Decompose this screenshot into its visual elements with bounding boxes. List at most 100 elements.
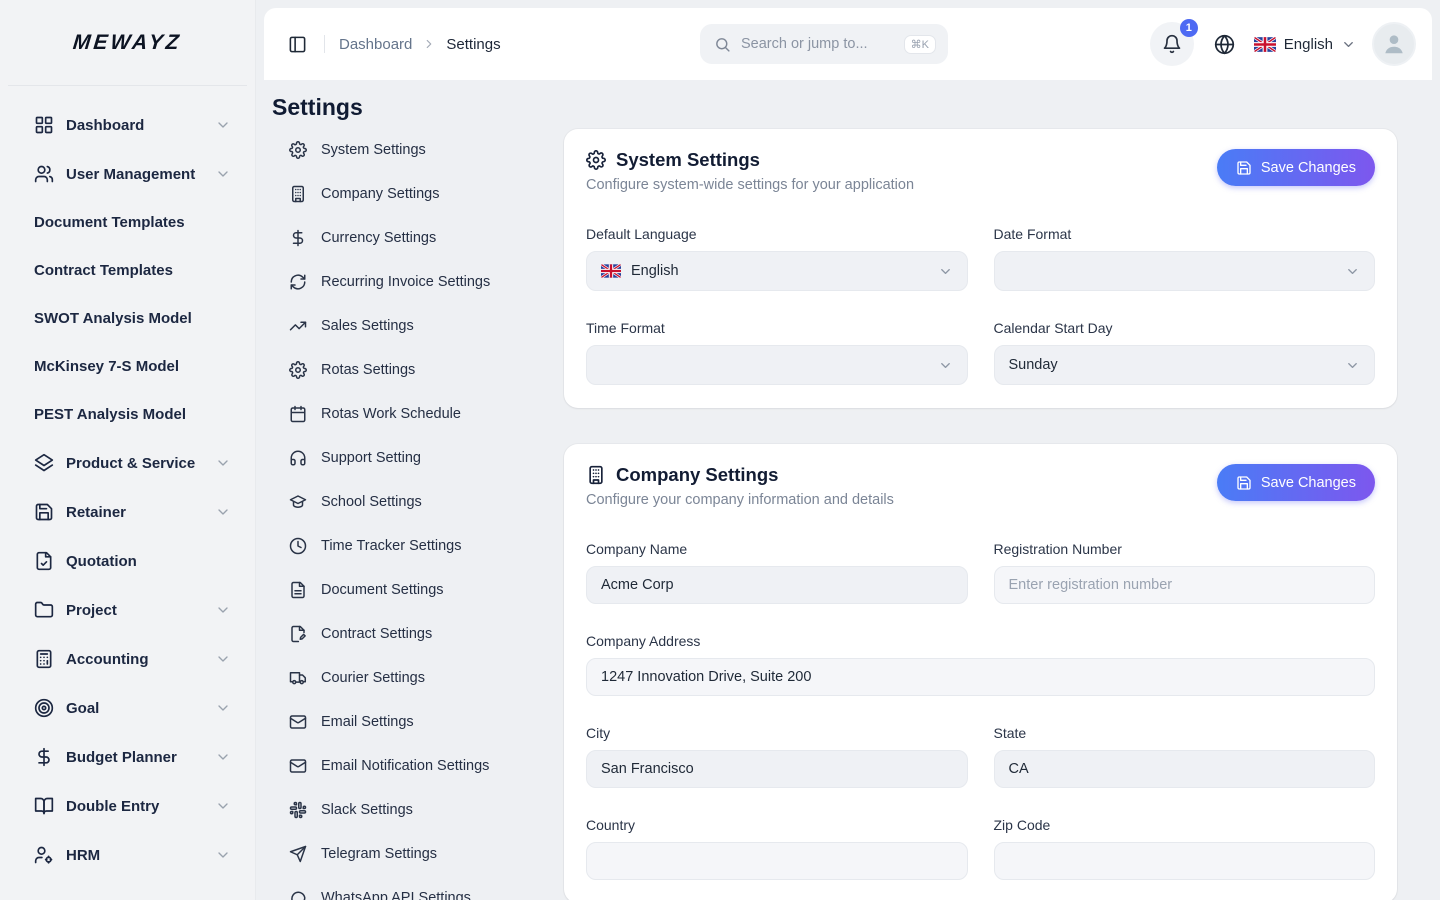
sidebar-toggle-button[interactable] <box>280 27 314 61</box>
search-input[interactable]: Search or jump to... ⌘K <box>700 24 948 64</box>
settings-nav-item-currency[interactable]: Currency Settings <box>272 220 564 256</box>
notification-badge: 1 <box>1180 19 1198 37</box>
registration-number-input[interactable] <box>994 566 1376 604</box>
sidebar-item-quotation[interactable]: Quotation <box>16 539 239 583</box>
save-icon <box>1236 160 1252 176</box>
mail-icon <box>289 713 307 731</box>
brand-logo[interactable]: MEWAYZ <box>72 31 183 55</box>
company-name-field: Company Name <box>586 541 968 604</box>
state-field: State <box>994 725 1376 788</box>
dollar-icon <box>289 229 307 247</box>
settings-nav-item-email[interactable]: Email Settings <box>272 704 564 740</box>
bell-icon <box>1162 34 1182 54</box>
language-selector[interactable]: English <box>1254 36 1356 53</box>
chevron-down-icon <box>215 117 231 133</box>
system-settings-card: System Settings Configure system-wide se… <box>564 129 1397 408</box>
settings-nav-label: System Settings <box>321 142 426 158</box>
sidebar-item-contract-templates[interactable]: Contract Templates <box>16 249 239 292</box>
language-label: English <box>1284 36 1333 53</box>
settings-nav-item-support[interactable]: Support Setting <box>272 440 564 476</box>
settings-nav-item-email-notification[interactable]: Email Notification Settings <box>272 748 564 784</box>
sidebar-item-label: PEST Analysis Model <box>34 405 231 424</box>
city-field: City <box>586 725 968 788</box>
settings-nav-item-rotas-work-schedule[interactable]: Rotas Work Schedule <box>272 396 564 432</box>
settings-nav-item-telegram[interactable]: Telegram Settings <box>272 836 564 872</box>
default-language-select[interactable]: English <box>586 251 968 291</box>
save-changes-button[interactable]: Save Changes <box>1217 464 1375 501</box>
state-input[interactable] <box>994 750 1376 788</box>
settings-nav-label: Email Notification Settings <box>321 758 489 774</box>
sidebar-item-mckinsey-7s[interactable]: McKinsey 7-S Model <box>16 345 239 388</box>
country-input[interactable] <box>586 842 968 880</box>
file-text-icon <box>289 581 307 599</box>
sidebar-item-label: Contract Templates <box>34 261 231 280</box>
breadcrumb-dashboard[interactable]: Dashboard <box>339 36 412 53</box>
settings-nav-item-courier[interactable]: Courier Settings <box>272 660 564 696</box>
field-label: State <box>994 725 1376 741</box>
notifications-button[interactable]: 1 <box>1150 22 1194 66</box>
globe-button[interactable] <box>1208 27 1242 61</box>
mail-icon <box>289 757 307 775</box>
settings-nav-item-school[interactable]: School Settings <box>272 484 564 520</box>
settings-nav-label: Email Settings <box>321 714 414 730</box>
city-input[interactable] <box>586 750 968 788</box>
folder-icon <box>34 600 54 620</box>
sidebar-item-accounting[interactable]: Accounting <box>16 637 239 681</box>
settings-nav-item-contract[interactable]: Contract Settings <box>272 616 564 652</box>
field-label: City <box>586 725 968 741</box>
brand: MEWAYZ <box>8 0 247 86</box>
field-label: Registration Number <box>994 541 1376 557</box>
calendar-start-day-select[interactable]: Sunday <box>994 345 1376 385</box>
globe-icon <box>1214 34 1235 55</box>
sidebar-item-label: McKinsey 7-S Model <box>34 357 231 376</box>
save-changes-button[interactable]: Save Changes <box>1217 149 1375 186</box>
sidebar-item-swot-analysis[interactable]: SWOT Analysis Model <box>16 297 239 340</box>
default-language-field: Default Language English <box>586 226 968 291</box>
chevron-right-icon <box>422 37 436 51</box>
sidebar-item-goal[interactable]: Goal <box>16 686 239 730</box>
zip-code-input[interactable] <box>994 842 1376 880</box>
sidebar-item-product-service[interactable]: Product & Service <box>16 441 239 485</box>
date-format-select[interactable] <box>994 251 1376 291</box>
chevron-down-icon <box>215 651 231 667</box>
company-name-input[interactable] <box>586 566 968 604</box>
settings-nav-item-sales[interactable]: Sales Settings <box>272 308 564 344</box>
avatar[interactable] <box>1372 22 1416 66</box>
settings-nav-item-rotas[interactable]: Rotas Settings <box>272 352 564 388</box>
settings-nav-label: Rotas Work Schedule <box>321 406 461 422</box>
settings-nav-item-recurring-invoice[interactable]: Recurring Invoice Settings <box>272 264 564 300</box>
settings-nav-label: Rotas Settings <box>321 362 415 378</box>
settings-nav-label: Telegram Settings <box>321 846 437 862</box>
sidebar-item-dashboard[interactable]: Dashboard <box>16 103 239 147</box>
sidebar-item-double-entry[interactable]: Double Entry <box>16 784 239 828</box>
settings-nav-item-whatsapp[interactable]: WhatsApp API Settings <box>272 880 564 900</box>
sidebar-item-hrm[interactable]: HRM <box>16 833 239 877</box>
settings-nav-label: Sales Settings <box>321 318 414 334</box>
file-check-icon <box>34 551 54 571</box>
chevron-down-icon <box>215 166 231 182</box>
settings-nav-item-document[interactable]: Document Settings <box>272 572 564 608</box>
settings-nav-item-company[interactable]: Company Settings <box>272 176 564 212</box>
settings-nav-item-slack[interactable]: Slack Settings <box>272 792 564 828</box>
sidebar-item-pest-analysis[interactable]: PEST Analysis Model <box>16 393 239 436</box>
sidebar-item-user-management[interactable]: User Management <box>16 152 239 196</box>
sidebar-item-label: HRM <box>66 846 203 865</box>
chevron-down-icon <box>938 264 953 279</box>
graduation-cap-icon <box>289 493 307 511</box>
sidebar-item-document-templates[interactable]: Document Templates <box>16 201 239 244</box>
settings-nav-label: Support Setting <box>321 450 421 466</box>
company-address-input[interactable] <box>586 658 1375 696</box>
sidebar-item-budget-planner[interactable]: Budget Planner <box>16 735 239 779</box>
sidebar-item-project[interactable]: Project <box>16 588 239 632</box>
settings-nav-item-system[interactable]: System Settings <box>272 132 564 168</box>
calendar-icon <box>289 405 307 423</box>
card-title-row: Company Settings <box>586 464 894 486</box>
sidebar-item-retainer[interactable]: Retainer <box>16 490 239 534</box>
settings-nav-item-time-tracker[interactable]: Time Tracker Settings <box>272 528 564 564</box>
chevron-down-icon <box>215 504 231 520</box>
registration-number-field: Registration Number <box>994 541 1376 604</box>
field-label: Company Address <box>586 633 1375 649</box>
time-format-select[interactable] <box>586 345 968 385</box>
calendar-start-day-field: Calendar Start Day Sunday <box>994 320 1376 385</box>
card-title-row: System Settings <box>586 149 914 171</box>
